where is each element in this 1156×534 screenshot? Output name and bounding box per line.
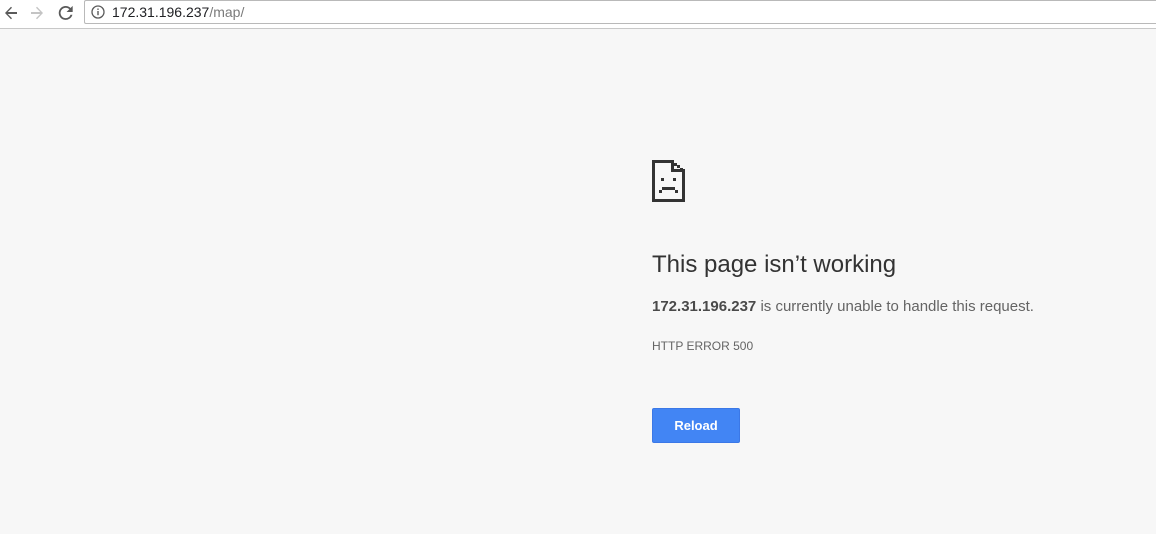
forward-button[interactable] — [26, 2, 48, 24]
url-path: /map/ — [209, 4, 245, 20]
forward-arrow-icon — [31, 6, 43, 20]
address-bar[interactable]: 172.31.196.237/map/ — [84, 0, 1156, 24]
error-headline: This page isn’t working — [652, 251, 897, 278]
error-code: HTTP ERROR 500 — [652, 339, 754, 353]
reload-icon — [58, 5, 73, 20]
error-message-text: is currently unable to handle this reque… — [756, 298, 1034, 315]
back-arrow-icon — [5, 6, 17, 20]
info-icon[interactable] — [91, 5, 105, 19]
url-host: 172.31.196.237 — [112, 4, 210, 20]
back-button[interactable] — [0, 2, 22, 24]
error-host: 172.31.196.237 — [652, 298, 757, 315]
sad-page-icon — [652, 160, 685, 202]
browser-reload-button[interactable] — [55, 2, 77, 24]
reload-button[interactable]: Reload — [652, 408, 740, 443]
browser-toolbar: 172.31.196.237/map/ — [0, 0, 1156, 29]
error-message: 172.31.196.237 is currently unable to ha… — [652, 297, 1034, 317]
url-text[interactable]: 172.31.196.237/map/ — [112, 4, 244, 20]
